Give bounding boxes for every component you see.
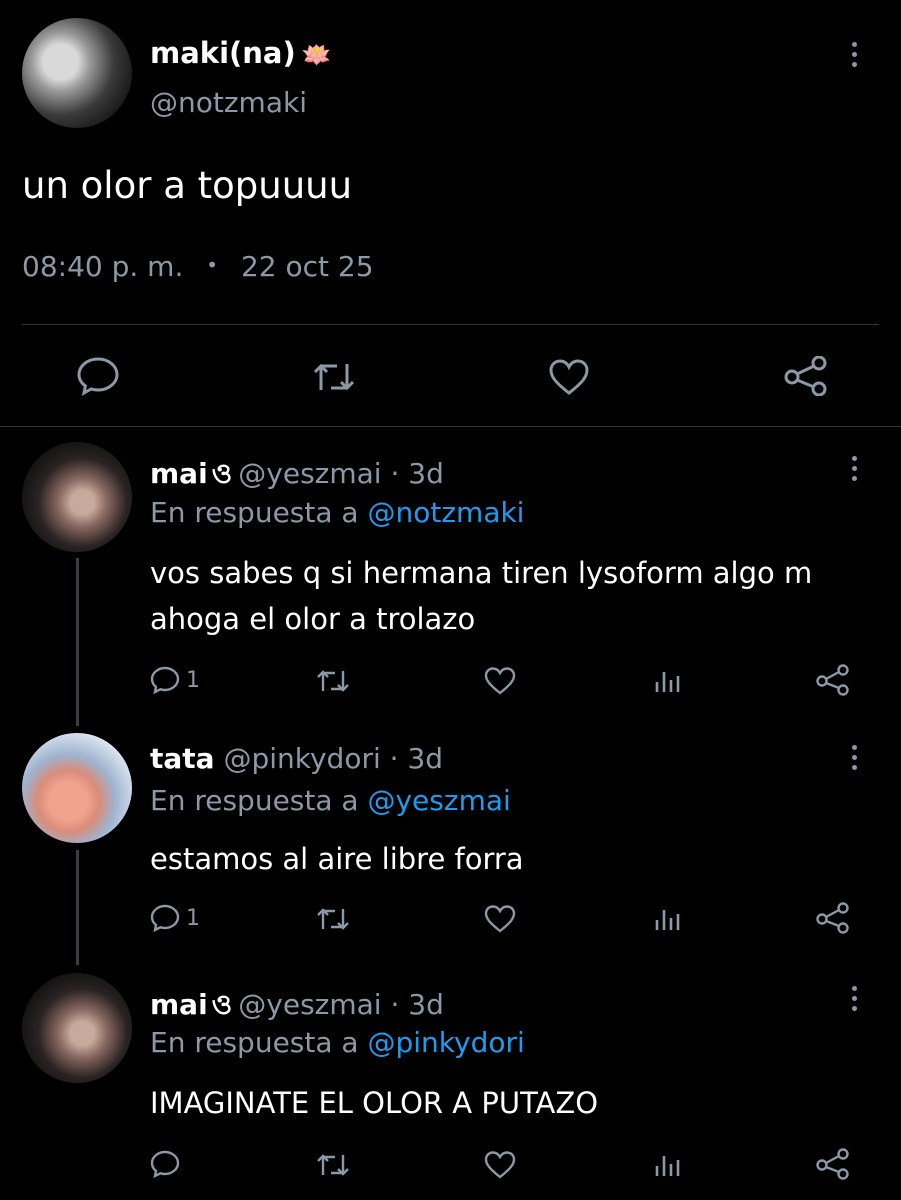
reply-button[interactable]: 1 xyxy=(150,666,200,694)
header-separator: · xyxy=(390,988,400,1021)
reply-context: En respuesta a @pinkydori xyxy=(150,1026,525,1059)
thread-line xyxy=(76,558,79,726)
avatar[interactable] xyxy=(22,442,132,552)
header-separator: · xyxy=(390,457,400,490)
reply-age: 3d xyxy=(408,988,444,1021)
retweet-icon[interactable] xyxy=(316,668,350,694)
header-separator: · xyxy=(389,742,399,775)
timestamp-separator: • xyxy=(206,253,219,277)
more-options-icon[interactable] xyxy=(852,42,858,72)
author-handle[interactable]: @yeszmai xyxy=(238,457,381,490)
like-icon[interactable] xyxy=(484,904,516,934)
retweet-icon[interactable] xyxy=(316,906,350,932)
reply-count: 1 xyxy=(186,667,200,693)
author-name[interactable]: maki(na) 🪷 xyxy=(150,36,332,70)
views-icon[interactable] xyxy=(654,668,682,694)
more-options-icon[interactable] xyxy=(852,986,858,1016)
tweet-time: 08:40 p. m. xyxy=(22,250,184,283)
retweet-icon[interactable] xyxy=(316,1152,350,1178)
author-handle[interactable]: @notzmaki xyxy=(150,86,307,119)
like-icon[interactable] xyxy=(548,358,590,396)
reply-button[interactable]: 1 xyxy=(150,904,200,932)
avatar[interactable] xyxy=(22,973,132,1083)
author-display-name[interactable]: maki(na) xyxy=(150,36,296,70)
more-options-icon[interactable] xyxy=(852,456,858,486)
retweet-icon[interactable] xyxy=(312,360,356,394)
avatar[interactable] xyxy=(22,18,132,128)
reply-count: 1 xyxy=(186,905,200,931)
like-icon[interactable] xyxy=(484,1150,516,1180)
author-display-name[interactable]: tata xyxy=(150,742,215,775)
reply-header: tata @pinkydori · 3d xyxy=(150,742,443,775)
reply-prefix: En respuesta a xyxy=(150,496,359,529)
author-display-name[interactable]: mai xyxy=(150,457,208,490)
author-handle[interactable]: @pinkydori xyxy=(223,742,380,775)
tweet-date: 22 oct 25 xyxy=(240,250,374,283)
name-glyph: ও xyxy=(211,988,233,1021)
author-handle[interactable]: @yeszmai xyxy=(238,988,381,1021)
reply-prefix: En respuesta a xyxy=(150,784,359,817)
reply-age: 3d xyxy=(407,742,444,775)
reply-context: En respuesta a @yeszmai xyxy=(150,784,511,817)
comment-icon[interactable] xyxy=(150,666,180,694)
reply-prefix: En respuesta a xyxy=(150,1026,359,1059)
author-display-name[interactable]: mai xyxy=(150,988,208,1021)
like-icon[interactable] xyxy=(484,666,516,696)
reply-age: 3d xyxy=(408,457,444,490)
share-icon[interactable] xyxy=(816,1148,850,1180)
views-icon[interactable] xyxy=(654,1152,682,1178)
tweet-text: un olor a topuuuu xyxy=(22,164,353,207)
reply-button[interactable] xyxy=(150,1150,186,1178)
divider xyxy=(0,426,901,427)
share-icon[interactable] xyxy=(816,664,850,696)
reply-context: En respuesta a @notzmaki xyxy=(150,496,524,529)
share-icon[interactable] xyxy=(784,356,828,396)
reply-header: mai ও @yeszmai · 3d xyxy=(150,452,444,499)
name-glyph: ও xyxy=(211,457,233,490)
reply-text: vos sabes q si hermana tiren lysoform al… xyxy=(150,556,813,636)
tweet-timestamp: 08:40 p. m. • 22 oct 25 xyxy=(22,250,374,283)
mention-link[interactable]: @pinkydori xyxy=(367,1026,524,1059)
lotus-emoji: 🪷 xyxy=(301,41,332,69)
share-icon[interactable] xyxy=(816,902,850,934)
avatar[interactable] xyxy=(22,733,132,843)
views-icon[interactable] xyxy=(654,906,682,932)
more-options-icon[interactable] xyxy=(852,745,858,775)
comment-icon[interactable] xyxy=(150,904,180,932)
mention-link[interactable]: @notzmaki xyxy=(367,496,524,529)
reply-text: IMAGINATE EL OLOR A PUTAZO xyxy=(150,1086,599,1120)
reply-text: estamos al aire libre forra xyxy=(150,842,524,876)
divider xyxy=(22,324,879,325)
mention-link[interactable]: @yeszmai xyxy=(367,784,510,817)
comment-icon[interactable] xyxy=(150,1150,180,1178)
comment-icon[interactable] xyxy=(76,356,120,396)
reply-header: mai ও @yeszmai · 3d xyxy=(150,983,444,1030)
thread-line xyxy=(76,850,79,965)
